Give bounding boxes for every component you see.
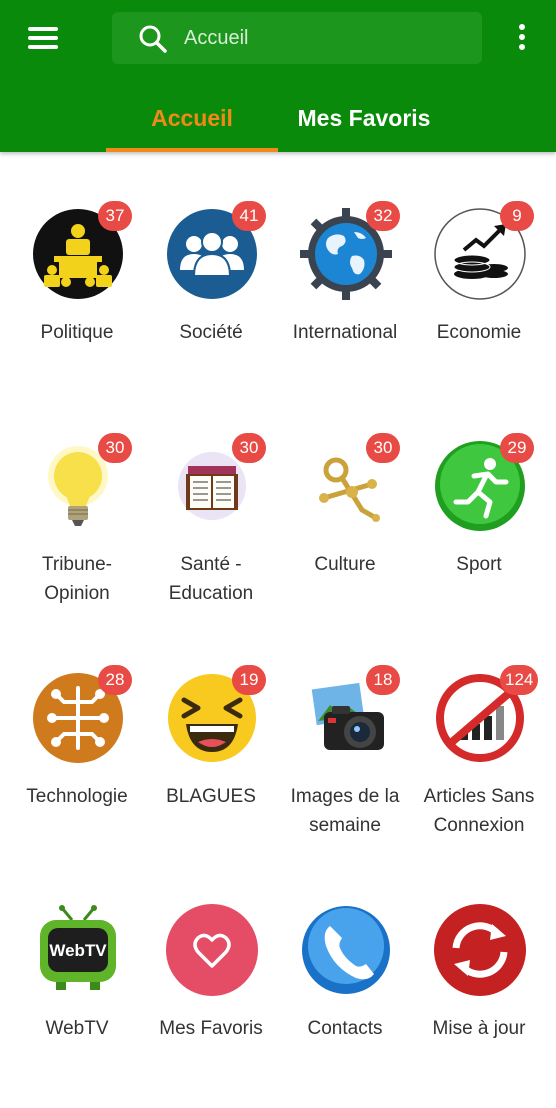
category-label: Economie [436,322,522,343]
count-badge: 29 [500,433,534,463]
category-images-semaine[interactable]: 18 Images de la semaine [278,644,412,876]
count-badge: 18 [366,665,400,695]
category-articles-sans-connexion[interactable]: 124 Articles Sans Connexion [412,644,546,876]
more-options-button[interactable] [514,24,530,52]
category-label: WebTV [45,1018,109,1039]
category-label: BLAGUES [166,786,256,807]
search-input[interactable] [184,12,464,64]
category-contacts[interactable]: Contacts [278,876,412,1108]
category-societe[interactable]: 41 Société [144,180,278,412]
category-label: Politique [40,322,114,343]
search-box[interactable] [112,12,482,64]
category-label: Sport [456,554,502,575]
category-grid: 37 Politique 41 Société 32 International… [10,180,546,1039]
menu-icon-line [28,45,58,49]
category-label: Culture [314,554,376,575]
heart-icon [166,904,258,996]
count-badge: 124 [500,665,539,695]
category-mise-a-jour[interactable]: Mise à jour [412,876,546,1108]
refresh-icon [434,904,526,996]
more-dot [519,24,525,30]
category-label: International [292,322,398,343]
category-label: Mes Favoris [159,1018,263,1039]
category-tribune-opinion[interactable]: 30 Tribune-Opinion [10,412,144,644]
category-label: Contacts [307,1018,383,1039]
count-badge: 9 [500,201,534,231]
count-badge: 30 [232,433,266,463]
category-label: Santé - Education [168,554,254,604]
phone-icon [300,904,392,996]
more-dot [519,34,525,40]
category-culture[interactable]: 30 Culture [278,412,412,644]
menu-button[interactable] [28,27,58,49]
count-badge: 30 [366,433,400,463]
more-dot [519,44,525,50]
count-badge: 32 [366,201,400,231]
category-label: Images de la semaine [290,786,400,836]
category-mes-favoris[interactable]: Mes Favoris [144,876,278,1108]
count-badge: 30 [98,433,132,463]
count-badge: 41 [232,201,266,231]
category-label: Technologie [26,786,128,807]
svg-text:WebTV: WebTV [49,941,107,960]
category-blagues[interactable]: 19 BLAGUES [144,644,278,876]
category-economie[interactable]: 9 Economie [412,180,546,412]
count-badge: 19 [232,665,266,695]
menu-icon-line [28,36,58,40]
app-bar: Accueil Mes Favoris [0,0,556,152]
search-icon [139,25,167,53]
count-badge: 37 [98,201,132,231]
count-badge: 28 [98,665,132,695]
category-label: Articles Sans Connexion [423,786,535,836]
category-sante-education[interactable]: 30 Santé - Education [144,412,278,644]
menu-icon-line [28,27,58,31]
category-technologie[interactable]: 28 Technologie [10,644,144,876]
category-label: Tribune-Opinion [41,554,113,604]
category-label: Société [179,322,243,343]
category-politique[interactable]: 37 Politique [10,180,144,412]
category-label: Mise à jour [432,1018,526,1039]
tab-mes-favoris[interactable]: Mes Favoris [278,100,450,152]
tab-accueil[interactable]: Accueil [106,100,278,152]
webtv-icon: WebTV [32,904,124,996]
category-webtv[interactable]: WebTV WebTV [10,876,144,1108]
category-sport[interactable]: 29 Sport [412,412,546,644]
category-international[interactable]: 32 International [278,180,412,412]
